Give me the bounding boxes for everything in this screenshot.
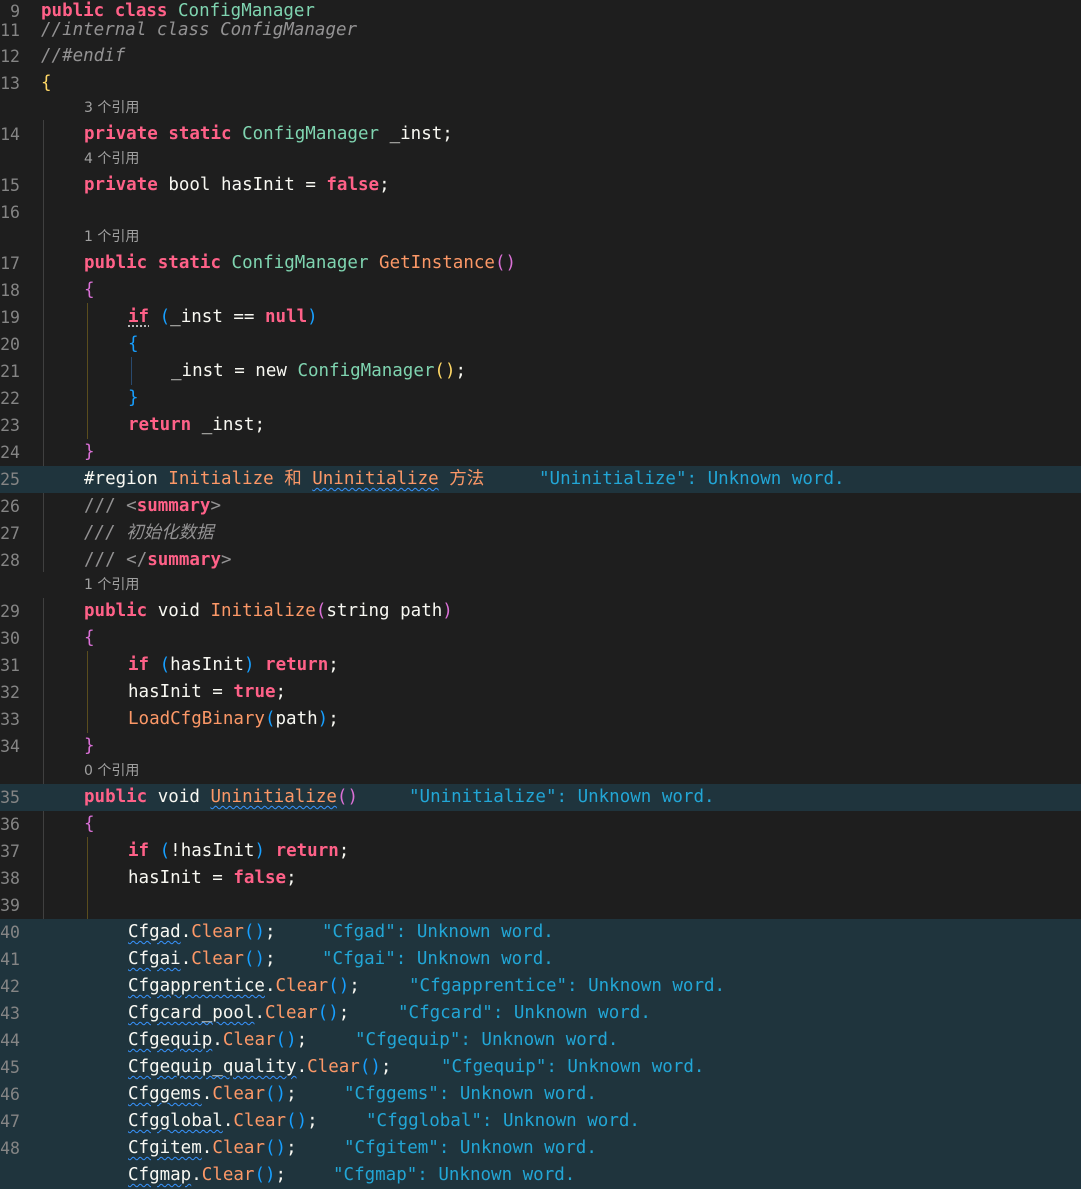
line-number: 31 xyxy=(0,656,20,675)
code-line[interactable]: 38 hasInit = false; xyxy=(0,865,1081,892)
codelens-references[interactable]: 3 个引用 xyxy=(84,96,139,120)
code-line[interactable]: 34 } xyxy=(0,733,1081,760)
code-line[interactable]: 21 _inst = new ConfigManager(); xyxy=(0,358,1081,385)
line-number: 35 xyxy=(0,788,20,807)
code-line-diagnostic[interactable]: 46 Cfggems.Clear(); "Cfggems": Unknown w… xyxy=(0,1081,1081,1108)
code-line[interactable]: 26 /// <summary> xyxy=(0,493,1081,520)
code-line-diagnostic[interactable]: 42 Cfgapprentice.Clear(); "Cfgapprentice… xyxy=(0,973,1081,1000)
line-number: 26 xyxy=(0,497,20,516)
line-number: 23 xyxy=(0,416,20,435)
line-number: 18 xyxy=(0,281,20,300)
codelens-references[interactable]: 1 个引用 xyxy=(84,225,139,249)
diagnostic-message: "Cfgad": Unknown word. xyxy=(322,922,554,942)
line-number: 42 xyxy=(0,977,20,996)
comment: //internal class ConfigManager xyxy=(41,20,358,40)
code-line[interactable]: 14 private static ConfigManager _inst; xyxy=(0,121,1081,148)
diagnostic-message: "Cfgmap": Unknown word. xyxy=(333,1165,576,1185)
line-number: 41 xyxy=(0,950,20,969)
code-line[interactable]: 32 hasInit = true; xyxy=(0,679,1081,706)
code-line[interactable]: 37 if (!hasInit) return; xyxy=(0,838,1081,865)
diagnostic-message: "Cfgai": Unknown word. xyxy=(322,949,554,969)
line-number: 13 xyxy=(0,74,20,93)
code-line-diagnostic[interactable]: 47 Cfgglobal.Clear(); "Cfgglobal": Unkno… xyxy=(0,1108,1081,1135)
line-number: 47 xyxy=(0,1112,20,1131)
line-number: 20 xyxy=(0,335,20,354)
diagnostic-message: "Cfgglobal": Unknown word. xyxy=(366,1111,640,1131)
line-number: 12 xyxy=(0,47,20,66)
codelens-references[interactable]: 0 个引用 xyxy=(84,759,139,783)
diagnostic-message: "Cfgcard": Unknown word. xyxy=(398,1003,651,1023)
code-line[interactable]: 20 { xyxy=(0,331,1081,358)
comment: //#endif xyxy=(41,46,126,66)
codelens-references[interactable]: 4 个引用 xyxy=(84,147,139,171)
line-number: 24 xyxy=(0,443,20,462)
line-number: 48 xyxy=(0,1139,20,1158)
line-number: 39 xyxy=(0,896,20,915)
line-number: 45 xyxy=(0,1058,20,1077)
code-line[interactable]: 31 if (hasInit) return; xyxy=(0,652,1081,679)
code-line-diagnostic[interactable]: 25 #region Initialize 和 Uninitialize 方法 … xyxy=(0,466,1081,493)
code-line[interactable]: 24 } xyxy=(0,439,1081,466)
comment: /// 初始化数据 xyxy=(84,523,214,543)
code-line-diagnostic[interactable]: 35 public void Uninitialize() "Uninitial… xyxy=(0,784,1081,811)
line-number: 15 xyxy=(0,176,20,195)
line-number: 37 xyxy=(0,842,20,861)
line-number: 17 xyxy=(0,254,20,273)
code-line[interactable]: 29 public void Initialize(string path) xyxy=(0,598,1081,625)
line-number: 28 xyxy=(0,551,20,570)
diagnostic-message: "Cfggems": Unknown word. xyxy=(344,1084,597,1104)
line-number: 19 xyxy=(0,308,20,327)
line-number: 22 xyxy=(0,389,20,408)
codelens-references[interactable]: 1 个引用 xyxy=(84,573,139,597)
code-line[interactable]: 12 //#endif xyxy=(0,43,1081,70)
code-editor[interactable]: 9 public class ConfigManager 11 //intern… xyxy=(0,0,1081,1189)
code-line[interactable]: 27 /// 初始化数据 xyxy=(0,520,1081,547)
code-line-diagnostic[interactable]: 41 Cfgai.Clear(); "Cfgai": Unknown word. xyxy=(0,946,1081,973)
line-number: 40 xyxy=(0,923,20,942)
line-number: 27 xyxy=(0,524,20,543)
code-line[interactable]: 13 { xyxy=(0,70,1081,97)
line-number: 16 xyxy=(0,203,20,222)
code-line[interactable]: 18 { xyxy=(0,277,1081,304)
line-number: 34 xyxy=(0,737,20,756)
line-number: 25 xyxy=(0,470,20,489)
code-line[interactable]: 19 if (_inst == null) xyxy=(0,304,1081,331)
code-line[interactable]: 11 //internal class ConfigManager xyxy=(0,17,1081,44)
code-line[interactable]: 17 public static ConfigManager GetInstan… xyxy=(0,250,1081,277)
code-line-diagnostic[interactable]: 45 Cfgequip_quality.Clear(); "Cfgequip":… xyxy=(0,1054,1081,1081)
diagnostic-message: "Cfgitem": Unknown word. xyxy=(344,1138,597,1158)
line-number: 29 xyxy=(0,602,20,621)
code-line[interactable]: 22 } xyxy=(0,385,1081,412)
code-line-diagnostic[interactable]: 43 Cfgcard_pool.Clear(); "Cfgcard": Unkn… xyxy=(0,1000,1081,1027)
diagnostic-message: "Uninitialize": Unknown word. xyxy=(539,469,845,489)
code-line[interactable]: 28 /// </summary> xyxy=(0,547,1081,574)
code-line[interactable]: 16 xyxy=(0,199,1081,226)
line-number: 32 xyxy=(0,683,20,702)
code-line-diagnostic[interactable]: Cfgmap.Clear(); "Cfgmap": Unknown word. xyxy=(0,1162,1081,1189)
line-number: 44 xyxy=(0,1031,20,1050)
line-number: 36 xyxy=(0,815,20,834)
line-number: 43 xyxy=(0,1004,20,1023)
diagnostic-message: "Cfgapprentice": Unknown word. xyxy=(409,976,726,996)
line-number: 14 xyxy=(0,125,20,144)
code-line-diagnostic[interactable]: 48 Cfgitem.Clear(); "Cfgitem": Unknown w… xyxy=(0,1135,1081,1162)
code-line[interactable]: 36 { xyxy=(0,811,1081,838)
diagnostic-message: "Uninitialize": Unknown word. xyxy=(409,787,715,807)
code-line[interactable]: 23 return _inst; xyxy=(0,412,1081,439)
line-number: 33 xyxy=(0,710,20,729)
line-number: 38 xyxy=(0,869,20,888)
code-line[interactable]: 33 LoadCfgBinary(path); xyxy=(0,706,1081,733)
code-line-diagnostic[interactable]: 44 Cfgequip.Clear(); "Cfgequip": Unknown… xyxy=(0,1027,1081,1054)
diagnostic-message: "Cfgequip": Unknown word. xyxy=(355,1030,619,1050)
code-line[interactable]: 15 private bool hasInit = false; xyxy=(0,172,1081,199)
code-line-diagnostic[interactable]: 40 Cfgad.Clear(); "Cfgad": Unknown word. xyxy=(0,919,1081,946)
line-number: 21 xyxy=(0,362,20,381)
line-number: 11 xyxy=(0,21,20,40)
line-number: 46 xyxy=(0,1085,20,1104)
code-line[interactable]: 30 { xyxy=(0,625,1081,652)
diagnostic-message: "Cfgequip": Unknown word. xyxy=(441,1057,705,1077)
line-number: 30 xyxy=(0,629,20,648)
code-line[interactable]: 39 xyxy=(0,892,1081,919)
